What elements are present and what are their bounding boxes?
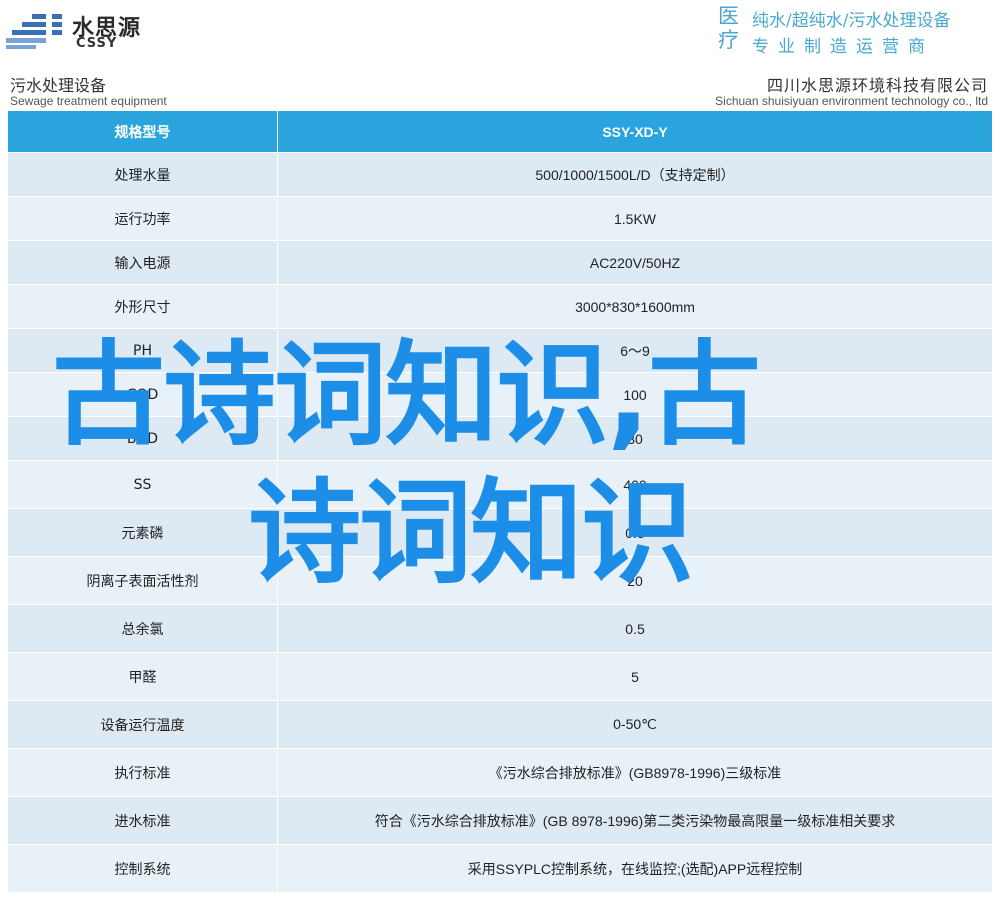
spec-label: 执行标准 <box>7 748 278 797</box>
product-category-subtitle: Sewage treatment equipment <box>10 94 167 108</box>
spec-label: 设备运行温度 <box>7 700 278 749</box>
tagline: 医疗 纯水/超纯水/污水处理设备 专业制造运营商 <box>718 4 1000 57</box>
spec-value: 0.3 <box>277 508 993 557</box>
table-row: 输入电源 AC220V/50HZ <box>7 240 993 285</box>
spec-table: 规格型号 SSY-XD-Y 处理水量 500/1000/1500L/D（支持定制）… <box>7 110 993 893</box>
spec-label: 元素磷 <box>7 508 278 557</box>
table-row: 进水标准 符合《污水综合排放标准》(GB 8978-1996)第二类污染物最高限量… <box>7 796 993 845</box>
table-row: 总余氯 0.5 <box>7 604 993 653</box>
spec-label: 外形尺寸 <box>7 284 278 329</box>
spec-label: 输入电源 <box>7 240 278 285</box>
spec-label: COD <box>7 372 278 417</box>
tagline-slogan: 专业制造运营商 <box>752 37 934 57</box>
spec-value: 3000*830*1600mm <box>277 284 993 329</box>
spec-value: 100 <box>277 372 993 417</box>
spec-label: 运行功率 <box>7 196 278 241</box>
table-row: 执行标准 《污水综合排放标准》(GB8978-1996)三级标准 <box>7 748 993 797</box>
spec-value: AC220V/50HZ <box>277 240 993 285</box>
table-row: 阴离子表面活性剂 20 <box>7 556 993 605</box>
top-header: 水思源 CSSY 医疗 纯水/超纯水/污水处理设备 专业制造运营商 <box>0 0 1000 57</box>
company-name: 四川水思源环境科技有限公司 <box>766 76 988 95</box>
spec-value: 1.5KW <box>277 196 993 241</box>
spec-value: 5 <box>277 652 993 701</box>
spec-label: 处理水量 <box>7 152 278 197</box>
spec-label: 总余氯 <box>7 604 278 653</box>
logo-mark-icon <box>6 12 62 49</box>
spec-value: 采用SSYPLC控制系统，在线监控;(选配)APP远程控制 <box>277 844 993 893</box>
spec-value: 符合《污水综合排放标准》(GB 8978-1996)第二类污染物最高限量一级标准… <box>277 796 993 845</box>
tagline-products: 纯水/超纯水/污水处理设备 <box>752 11 951 31</box>
spec-value: 400 <box>277 460 993 509</box>
tagline-medical: 医疗 <box>718 4 739 52</box>
spec-value: 6～9 <box>277 328 993 373</box>
spec-label: BOD <box>7 416 278 461</box>
company-name-english: Sichuan shuisiyuan environment technolog… <box>715 94 988 108</box>
table-row: BOD 30 <box>7 416 993 461</box>
spec-value: 500/1000/1500L/D（支持定制） <box>277 152 993 197</box>
title-row: 污水处理设备 Sewage treatment equipment 四川水思源环… <box>0 62 1000 110</box>
spec-label: 进水标准 <box>7 796 278 845</box>
table-row: 元素磷 0.3 <box>7 508 993 557</box>
spec-value: 0-50℃ <box>277 700 993 749</box>
spec-value: 《污水综合排放标准》(GB8978-1996)三级标准 <box>277 748 993 797</box>
spec-table-header: 规格型号 SSY-XD-Y <box>7 110 993 153</box>
spec-header-label: 规格型号 <box>7 110 278 153</box>
table-row: 运行功率 1.5KW <box>7 196 993 241</box>
table-row: PH 6～9 <box>7 328 993 373</box>
product-category-title: 污水处理设备 <box>10 76 107 95</box>
spec-label: 甲醛 <box>7 652 278 701</box>
spec-label: 阴离子表面活性剂 <box>7 556 278 605</box>
table-row: SS 400 <box>7 460 993 509</box>
table-row: 甲醛 5 <box>7 652 993 701</box>
table-row: COD 100 <box>7 372 993 417</box>
table-row: 外形尺寸 3000*830*1600mm <box>7 284 993 329</box>
spec-label: 控制系统 <box>7 844 278 893</box>
spec-value: 30 <box>277 416 993 461</box>
table-row: 处理水量 500/1000/1500L/D（支持定制） <box>7 152 993 197</box>
spec-value: 0.5 <box>277 604 993 653</box>
table-row: 控制系统 采用SSYPLC控制系统，在线监控;(选配)APP远程控制 <box>7 844 993 893</box>
logo-english-name: CSSY <box>76 36 118 51</box>
spec-value: 20 <box>277 556 993 605</box>
spec-label: PH <box>7 328 278 373</box>
spec-label: SS <box>7 460 278 509</box>
company-logo: 水思源 CSSY <box>6 8 166 52</box>
spec-header-value: SSY-XD-Y <box>277 110 993 153</box>
table-row: 设备运行温度 0-50℃ <box>7 700 993 749</box>
